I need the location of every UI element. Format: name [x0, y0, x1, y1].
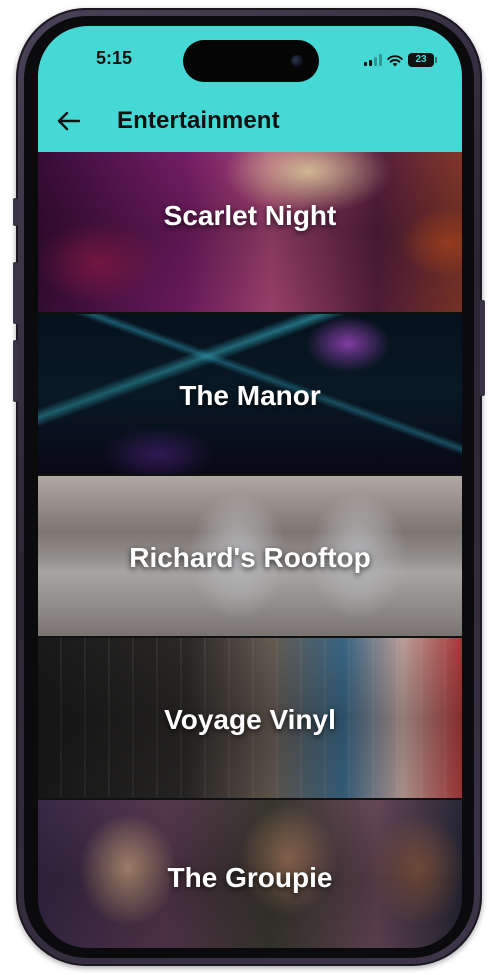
venue-title: The Groupie	[167, 862, 333, 893]
app-screen: 5:15 23 Entertainment Scarlet Night The …	[38, 26, 462, 948]
power-button	[480, 300, 485, 396]
venue-card-scarlet-night[interactable]: Scarlet Night	[38, 152, 462, 312]
battery-icon: 23	[408, 53, 437, 67]
action-button	[13, 198, 18, 226]
volume-up-button	[13, 262, 18, 324]
dynamic-island	[183, 40, 319, 82]
back-button[interactable]	[52, 106, 86, 136]
venue-card-richards-rooftop[interactable]: Richard's Rooftop	[38, 476, 462, 636]
venue-title: The Manor	[179, 380, 321, 411]
venue-title: Scarlet Night	[163, 200, 337, 231]
venue-card-the-groupie[interactable]: The Groupie	[38, 800, 462, 948]
venue-list: Scarlet Night The Manor Richard's Roofto…	[38, 152, 462, 948]
page-title: Entertainment	[117, 107, 280, 134]
arrow-left-icon	[57, 111, 81, 131]
signal-icon	[364, 54, 382, 66]
venue-card-voyage-vinyl[interactable]: Voyage Vinyl	[38, 638, 462, 798]
venue-title: Richard's Rooftop	[129, 542, 371, 573]
front-camera-icon	[291, 55, 303, 67]
wifi-icon	[387, 54, 403, 66]
volume-down-button	[13, 340, 18, 402]
status-time: 5:15	[96, 48, 133, 68]
status-icons: 23	[364, 52, 437, 68]
venue-title: Voyage Vinyl	[164, 704, 336, 735]
app-header: 5:15 23 Entertainment	[38, 26, 462, 152]
venue-card-the-manor[interactable]: The Manor	[38, 314, 462, 474]
battery-level: 23	[415, 54, 427, 65]
